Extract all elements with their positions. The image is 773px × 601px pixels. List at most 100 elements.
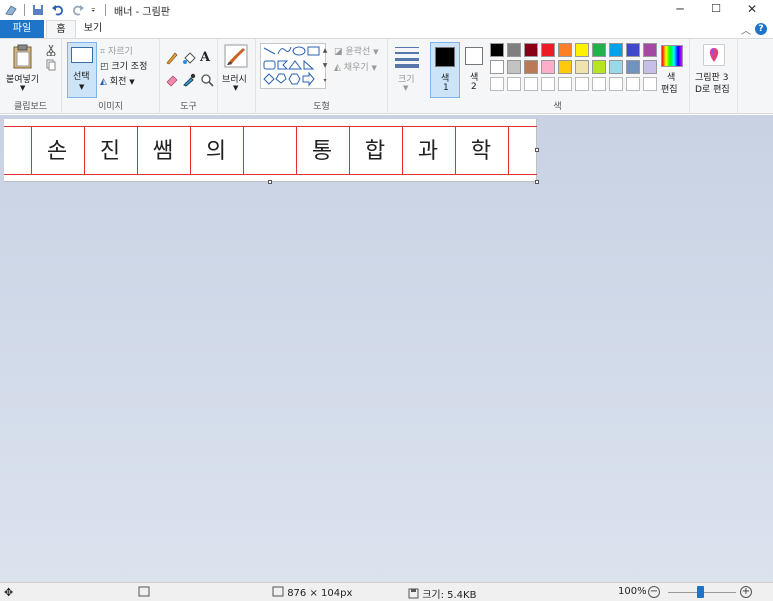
undo-icon[interactable] <box>51 3 65 17</box>
resize-handle-right[interactable] <box>535 148 539 152</box>
disk-icon <box>408 588 419 599</box>
color-swatch[interactable] <box>524 43 538 57</box>
color-swatch[interactable] <box>558 43 572 57</box>
select-button[interactable]: 선택 ▼ <box>67 42 97 98</box>
color-swatch[interactable] <box>643 43 657 57</box>
color1-button[interactable]: 색 1 <box>430 42 460 98</box>
custom-color-slot[interactable] <box>575 77 589 91</box>
size-dropdown-icon[interactable]: ▼ <box>403 84 408 92</box>
custom-color-slot[interactable] <box>541 77 555 91</box>
clipboard-group: 붙여넣기 ▼ 클립보드 <box>0 39 62 114</box>
fill-dropdown-icon: ▼ <box>371 64 377 72</box>
tab-view[interactable]: 보기 <box>78 20 108 38</box>
color-swatch[interactable] <box>490 43 504 57</box>
custom-color-slot[interactable] <box>507 77 521 91</box>
color-swatch[interactable] <box>609 43 623 57</box>
fill-button[interactable]: ◭ 채우기 ▼ <box>334 60 377 73</box>
image-dimensions-text: 876 × 104px <box>287 588 353 599</box>
shapes-group-label: 도형 <box>313 102 330 112</box>
image-dimensions-icon <box>272 586 284 597</box>
custom-color-slot[interactable] <box>524 77 538 91</box>
minimize-button[interactable]: ─ <box>662 0 698 20</box>
zoom-in-button[interactable]: + <box>740 586 752 598</box>
shapes-gallery-icons <box>263 46 320 87</box>
text-tool-icon[interactable]: A <box>200 50 210 65</box>
file-size: 크기: 5.4KB <box>408 586 476 601</box>
copy-icon[interactable] <box>46 59 56 71</box>
color-palette <box>490 43 660 93</box>
color-swatch[interactable] <box>541 60 555 74</box>
custom-color-slot[interactable] <box>643 77 657 91</box>
magnifier-icon[interactable] <box>200 73 214 87</box>
color-swatch[interactable] <box>643 60 657 74</box>
paste-dropdown-icon[interactable]: ▼ <box>20 84 25 92</box>
brush-icon[interactable] <box>224 44 248 68</box>
close-button[interactable]: ✕ <box>734 0 770 20</box>
edit-colors-button[interactable]: 색 편집 <box>658 43 686 99</box>
customize-qat-icon[interactable] <box>91 3 99 17</box>
color-swatch[interactable] <box>507 43 521 57</box>
color-swatch[interactable] <box>507 60 521 74</box>
edit-with-paint3d-button[interactable]: 그림판 3 D로 편집 <box>690 42 738 98</box>
banner-cell-divider <box>508 126 509 175</box>
custom-color-slot[interactable] <box>490 77 504 91</box>
drawing-canvas[interactable]: 손진쌤의통합과학 <box>4 119 537 182</box>
color-swatch[interactable] <box>490 60 504 74</box>
color-swatch[interactable] <box>592 43 606 57</box>
tab-home[interactable]: 홈 <box>46 20 76 38</box>
rotate-button[interactable]: ◭ 회전 ▼ <box>100 74 135 87</box>
custom-color-slot[interactable] <box>592 77 606 91</box>
color-swatch[interactable] <box>609 60 623 74</box>
color-swatch[interactable] <box>575 60 589 74</box>
resize-label: 크기 조정 <box>111 62 148 72</box>
zoom-slider-thumb[interactable] <box>697 586 704 598</box>
fill-bucket-icon[interactable] <box>182 51 196 65</box>
save-icon[interactable] <box>31 3 45 17</box>
rotate-icon: ◭ <box>100 77 107 87</box>
redo-icon[interactable] <box>71 3 85 17</box>
canvas-workspace[interactable]: 손진쌤의통합과학 <box>0 115 773 582</box>
maximize-button[interactable]: ☐ <box>698 0 734 20</box>
file-size-text: 크기: 5.4KB <box>422 590 477 601</box>
color-picker-icon[interactable] <box>182 73 196 87</box>
zoom-out-button[interactable]: − <box>648 586 660 598</box>
ribbon-collapse-chevron-icon[interactable]: ︿ <box>741 22 751 37</box>
brushes-dropdown-icon[interactable]: ▼ <box>233 84 238 92</box>
tab-file[interactable]: 파일 <box>0 20 44 38</box>
rotate-label: 회전 <box>109 77 127 87</box>
pencil-icon[interactable] <box>165 51 179 65</box>
custom-color-slot[interactable] <box>558 77 572 91</box>
help-icon[interactable]: ? <box>755 23 767 35</box>
selection-size-icon <box>138 586 150 600</box>
ribbon: 붙여넣기 ▼ 클립보드 선택 ▼ ⌗ 자르기 ◰ 크기 조정 ◭ 회전 ▼ 이미… <box>0 38 773 114</box>
color-swatch[interactable] <box>541 43 555 57</box>
shapes-gallery[interactable] <box>260 43 326 89</box>
color-swatch[interactable] <box>524 60 538 74</box>
color-swatch[interactable] <box>626 43 640 57</box>
line-size-icon[interactable] <box>394 45 420 69</box>
banner-character: 통 <box>311 139 333 164</box>
color-swatch[interactable] <box>592 60 606 74</box>
paste-icon[interactable] <box>12 44 34 70</box>
colors-group: 색 1 색 2 색 편집 색 <box>426 39 690 114</box>
resize-button[interactable]: ◰ 크기 조정 <box>100 59 147 72</box>
resize-handle-bottom[interactable] <box>268 180 272 184</box>
shapes-gallery-scroll[interactable]: ▲ ▼ ▾ <box>322 43 328 89</box>
banner-character: 쌤 <box>152 139 174 164</box>
eraser-icon[interactable] <box>165 73 179 87</box>
outline-icon: ◪ <box>334 47 343 57</box>
size-group: 크기 ▼ <box>388 39 426 114</box>
color-swatch[interactable] <box>626 60 640 74</box>
outline-button[interactable]: ◪ 윤곽선 ▼ <box>334 44 379 57</box>
ribbon-tabs: 파일 홈 보기 ︿ ? <box>0 20 773 38</box>
custom-color-slot[interactable] <box>626 77 640 91</box>
color2-button[interactable]: 색 2 <box>462 42 488 98</box>
resize-handle-corner[interactable] <box>535 180 539 184</box>
cut-icon[interactable] <box>46 44 56 56</box>
crop-button[interactable]: ⌗ 자르기 <box>100 44 133 57</box>
color-swatch[interactable] <box>558 60 572 74</box>
color-swatch[interactable] <box>575 43 589 57</box>
fill-icon: ◭ <box>334 63 341 73</box>
color1-label-line2: 1 <box>443 83 449 93</box>
custom-color-slot[interactable] <box>609 77 623 91</box>
